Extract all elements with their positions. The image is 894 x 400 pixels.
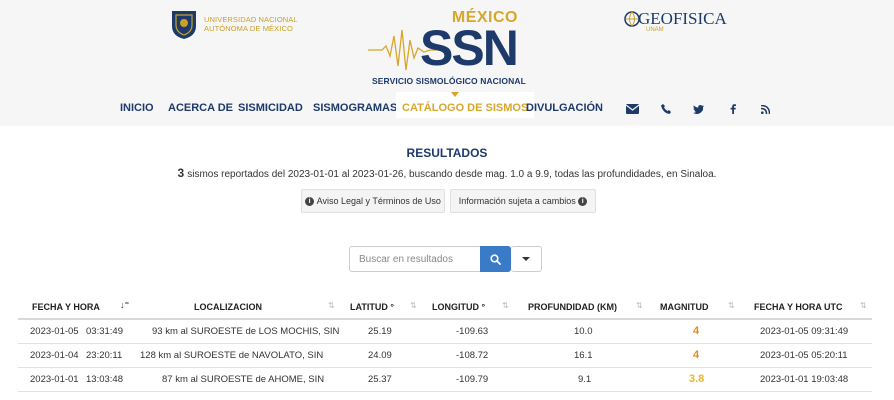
facebook-icon[interactable] bbox=[725, 102, 741, 116]
main-navbar: INICIO ACERCA DE SISMICIDAD SISMOGRAMAS … bbox=[0, 92, 894, 126]
table-row[interactable]: 2023-01-01 13:03:48 87 km al SUROESTE de… bbox=[18, 368, 872, 392]
table-row[interactable]: 2023-01-05 03:31:49 93 km al SUROESTE de… bbox=[18, 320, 872, 344]
unam-shield-icon bbox=[172, 11, 196, 39]
header-fecha-hora-utc[interactable]: FECHA Y HORA UTC bbox=[754, 302, 843, 312]
cell-magnitud: 3.8 bbox=[689, 373, 705, 385]
cell-fecha: 2023-01-05 bbox=[30, 326, 79, 337]
cell-profundidad: 9.1 bbox=[578, 374, 592, 385]
unam-logo[interactable]: UNIVERSIDAD NACIONAL AUTÓNOMA DE MÉXICO bbox=[168, 6, 308, 42]
sort-icon[interactable]: ⇅ bbox=[502, 301, 509, 310]
info-icon: i bbox=[578, 196, 588, 206]
results-count: 3 bbox=[177, 166, 185, 180]
cell-fecha-utc: 2023-01-01 19:03:48 bbox=[760, 374, 849, 385]
cell-fecha: 2023-01-01 bbox=[30, 374, 79, 385]
geofisica-logo[interactable]: GEOFISICA UNAM bbox=[624, 6, 727, 36]
nav-item-acerca-de[interactable]: ACERCA DE bbox=[168, 102, 233, 114]
results-title: RESULTADOS bbox=[406, 146, 488, 160]
cell-magnitud: 4 bbox=[693, 325, 700, 337]
results-summary: 3 sismos reportados del 2023-01-01 al 202… bbox=[0, 166, 894, 180]
info-changes-label: Información sujeta a cambios bbox=[458, 196, 576, 206]
cell-fecha-utc: 2023-01-05 05:20:11 bbox=[760, 350, 848, 361]
header-latitud[interactable]: LATITUD ° bbox=[350, 302, 394, 312]
nav-item-sismicidad[interactable]: SISMICIDAD bbox=[238, 102, 303, 114]
envelope-icon[interactable] bbox=[624, 102, 640, 116]
sort-icon[interactable]: ⇅ bbox=[328, 301, 335, 310]
cell-longitud: -109.63 bbox=[456, 326, 489, 337]
legal-terms-button[interactable]: i Aviso Legal y Términos de Uso bbox=[301, 189, 445, 213]
cell-hora: 03:31:49 bbox=[86, 326, 123, 337]
search-icon bbox=[490, 253, 501, 265]
header-profundidad[interactable]: PROFUNDIDAD (KM) bbox=[528, 302, 617, 312]
cell-profundidad: 10.0 bbox=[574, 326, 593, 337]
ssn-logo[interactable]: MÉXICO SSN SERVICIO SISMOLÓGICO NACIONAL bbox=[366, 6, 530, 90]
sort-icon[interactable]: ⇅ bbox=[860, 301, 867, 310]
header: UNIVERSIDAD NACIONAL AUTÓNOMA DE MÉXICO … bbox=[0, 0, 894, 126]
cell-localizacion: 128 km al SUROESTE de NAVOLATO, SIN bbox=[140, 350, 324, 361]
sort-icon[interactable]: ⇅ bbox=[410, 301, 417, 310]
cell-magnitud: 4 bbox=[693, 349, 700, 361]
search-input[interactable]: Buscar en resultados bbox=[349, 246, 481, 272]
search-options-dropdown[interactable] bbox=[511, 246, 542, 272]
active-nav-caret-icon bbox=[451, 92, 459, 97]
cell-fecha-utc: 2023-01-05 09:31:49 bbox=[760, 326, 849, 337]
search-placeholder: Buscar en resultados bbox=[359, 253, 453, 265]
nav-item-inicio[interactable]: INICIO bbox=[120, 102, 154, 114]
info-changes-button[interactable]: Información sujeta a cambios i bbox=[450, 189, 596, 213]
results-summary-text: sismos reportados del 2023-01-01 al 2023… bbox=[187, 169, 717, 180]
cell-longitud: -108.72 bbox=[456, 350, 489, 361]
geofisica-name: GEOFISICA bbox=[638, 9, 727, 28]
cell-profundidad: 16.1 bbox=[574, 350, 593, 361]
header-longitud[interactable]: LONGITUD ° bbox=[432, 302, 485, 312]
nav-item-sismogramas[interactable]: SISMOGRAMAS bbox=[313, 102, 397, 114]
ssn-abbreviation: SSN bbox=[420, 20, 519, 76]
unam-name-line1: UNIVERSIDAD NACIONAL bbox=[204, 15, 298, 24]
header-localizacion[interactable]: LOCALIZACION bbox=[194, 302, 262, 312]
search-button[interactable] bbox=[480, 246, 511, 272]
phone-icon[interactable] bbox=[658, 102, 674, 116]
cell-latitud: 25.19 bbox=[368, 326, 392, 337]
table-row[interactable]: 2023-01-04 23:20:11 128 km al SUROESTE d… bbox=[18, 344, 872, 368]
header-fecha-hora[interactable]: FECHA Y HORA bbox=[32, 302, 100, 312]
cell-hora: 13:03:48 bbox=[86, 374, 123, 385]
header-magnitud[interactable]: MAGNITUD bbox=[660, 302, 709, 312]
nav-item-catalogo-de-sismos[interactable]: CATÁLOGO DE SISMOS bbox=[396, 92, 535, 118]
cell-longitud: -109.79 bbox=[456, 374, 489, 385]
twitter-icon[interactable] bbox=[690, 102, 706, 116]
sort-icon[interactable]: ⇅ bbox=[728, 301, 735, 310]
cell-localizacion: 93 km al SUROESTE de LOS MOCHIS, SIN bbox=[152, 326, 340, 337]
cell-localizacion: 87 km al SUROESTE de AHOME, SIN bbox=[162, 374, 325, 385]
chevron-down-icon bbox=[522, 257, 530, 261]
table-header: FECHA Y HORA ↓⁼ LOCALIZACION ⇅ LATITUD °… bbox=[18, 296, 872, 320]
cell-hora: 23:20:11 bbox=[86, 350, 123, 361]
nav-item-divulgacion[interactable]: DIVULGACIÓN bbox=[526, 102, 603, 114]
legal-terms-label: Aviso Legal y Términos de Uso bbox=[316, 196, 441, 206]
unam-name-line2: AUTÓNOMA DE MÉXICO bbox=[204, 24, 293, 33]
cell-latitud: 24.09 bbox=[368, 350, 392, 361]
sort-icon[interactable]: ⇅ bbox=[636, 301, 643, 310]
sort-desc-icon[interactable]: ↓⁼ bbox=[120, 300, 129, 311]
cell-fecha: 2023-01-04 bbox=[30, 350, 79, 361]
ssn-full-name: SERVICIO SISMOLÓGICO NACIONAL bbox=[372, 76, 526, 86]
info-icon: i bbox=[305, 196, 315, 206]
geofisica-sub: UNAM bbox=[646, 27, 664, 33]
rss-icon[interactable] bbox=[757, 102, 773, 116]
cell-latitud: 25.37 bbox=[368, 374, 392, 385]
